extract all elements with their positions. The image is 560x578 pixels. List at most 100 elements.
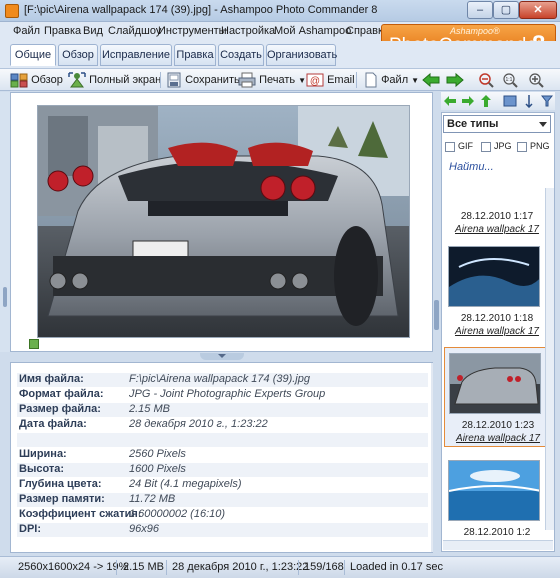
- window-title: [F:\pic\Airena wallpapack 174 (39).jpg] …: [24, 4, 378, 16]
- next-button[interactable]: [446, 71, 464, 89]
- status-separator: [298, 560, 299, 575]
- minimize-button[interactable]: ‒: [467, 1, 493, 19]
- right-grip-icon[interactable]: [434, 300, 439, 330]
- info-scrollbar[interactable]: [431, 363, 433, 552]
- back-arrow-icon[interactable]: [443, 94, 457, 108]
- print-label: Печать: [259, 74, 296, 86]
- info-value: JPG - Joint Photographic Experts Group: [129, 388, 326, 400]
- jpg-checkbox[interactable]: JPG: [481, 141, 512, 152]
- thumbnail-item[interactable]: 28.12.2010 1:17 Airena wallpack 17: [444, 175, 550, 235]
- thumbnail-date: 28.12.2010 1:2: [463, 527, 531, 538]
- status-loaded: Loaded in 0.17 sec: [350, 561, 443, 573]
- close-button[interactable]: ✕: [519, 1, 557, 19]
- arrow-left-icon: [422, 73, 440, 88]
- file-menu-button[interactable]: Файл ▼: [364, 71, 419, 89]
- info-value: 2560 Pixels: [129, 448, 186, 460]
- file-dropdown-icon[interactable]: ▼: [411, 76, 419, 85]
- menu-slideshow[interactable]: Слайдшоу: [108, 25, 161, 37]
- jpg-label: JPG: [494, 141, 512, 151]
- thumbnail-image: [448, 460, 540, 521]
- menu-settings[interactable]: Настройка: [221, 25, 275, 37]
- print-dropdown-icon[interactable]: ▼: [298, 76, 306, 85]
- thumbnail-name[interactable]: Airena wallpack 17: [445, 433, 551, 444]
- info-value: F:\pic\Airena wallpapack 174 (39).jpg: [129, 373, 310, 385]
- checkbox-box[interactable]: [481, 141, 491, 152]
- thumbnail-name[interactable]: Airena wallpack 17: [444, 326, 550, 337]
- toolbar-separator: [356, 72, 357, 88]
- save-icon: [167, 72, 181, 88]
- checkbox-box[interactable]: [445, 141, 455, 152]
- image-viewer[interactable]: [10, 92, 433, 352]
- info-panel-toggle[interactable]: [200, 353, 244, 360]
- tab-organize[interactable]: Организовать: [266, 44, 337, 66]
- info-value: 96x96: [129, 523, 159, 535]
- previous-button[interactable]: [422, 71, 440, 89]
- menu-tools[interactable]: Инструменты: [158, 25, 227, 37]
- zoom-actual-icon: 1:1: [503, 73, 518, 88]
- thumbnail-name[interactable]: Airena wallpack 17: [444, 224, 550, 235]
- file-type-select[interactable]: Все типы: [443, 115, 551, 133]
- fullscreen-icon: [68, 72, 86, 88]
- forward-arrow-icon[interactable]: [461, 94, 475, 108]
- tab-create[interactable]: Создать: [218, 44, 264, 66]
- overview-button[interactable]: Обзор: [10, 71, 63, 89]
- status-size: 2.15 MB: [123, 561, 164, 573]
- thumbnail-item[interactable]: 28.12.2010 1:18 Airena wallpack 17: [444, 241, 550, 341]
- menu-view[interactable]: Вид: [83, 25, 103, 37]
- thumbnail-horizontal-scrollbar[interactable]: [443, 540, 553, 550]
- info-row: Размер файла: 2.15 MB: [17, 403, 428, 417]
- thumbnail-scrollbar[interactable]: [545, 188, 554, 530]
- zoom-out-button[interactable]: [478, 71, 494, 89]
- menu-edit[interactable]: Правка: [44, 25, 81, 37]
- fullscreen-button[interactable]: Полный экран: [68, 71, 161, 89]
- zoom-actual-button[interactable]: 1:1: [502, 71, 518, 89]
- chevron-down-icon: [539, 122, 547, 127]
- email-button[interactable]: @ Email: [306, 71, 355, 89]
- info-label: DPI:: [19, 523, 41, 535]
- tab-correction[interactable]: Исправление: [100, 44, 172, 66]
- info-row: Высота: 1600 Pixels: [17, 463, 428, 477]
- zoom-in-button[interactable]: [528, 71, 544, 89]
- toolbar-separator: [160, 72, 161, 88]
- maximize-button[interactable]: ▢: [493, 1, 519, 19]
- thumbnail-item[interactable]: 28.12.2010 1:2: [444, 455, 550, 551]
- menu-file[interactable]: Файл: [13, 25, 40, 37]
- ribbon-tabs: Общие Обзор Исправление Правка Создать О…: [0, 41, 560, 68]
- tab-general[interactable]: Общие: [10, 44, 56, 66]
- up-arrow-icon[interactable]: [479, 94, 493, 108]
- menu-my-ashampoo[interactable]: Мой Ashampoo: [274, 25, 351, 37]
- status-position: 159/168: [304, 561, 344, 573]
- checkbox-box[interactable]: [517, 141, 527, 152]
- info-value: 1.60000002 (16:10): [129, 508, 226, 520]
- gif-checkbox[interactable]: GIF: [445, 141, 473, 152]
- svg-text:@: @: [310, 76, 320, 87]
- email-icon: @: [306, 73, 324, 87]
- info-label: Ширина:: [19, 448, 67, 460]
- sort-icon[interactable]: [525, 94, 539, 108]
- file-label: Файл: [381, 74, 409, 86]
- left-panel-handle[interactable]: [0, 92, 10, 352]
- toolbar: Обзор Полный экран Сохранить Печать ▼ @: [0, 68, 560, 91]
- find-link[interactable]: Найти...: [449, 161, 494, 173]
- info-row: Формат файла: JPG - Joint Photographic E…: [17, 388, 428, 402]
- status-dimensions: 2560x1600x24 -> 19%: [18, 561, 129, 573]
- info-value: 11.72 MB: [129, 493, 176, 505]
- image-status-icon: [29, 339, 39, 349]
- tab-overview[interactable]: Обзор: [58, 44, 98, 66]
- file-type-value: Все типы: [447, 118, 499, 130]
- car-photo: [38, 106, 409, 337]
- save-button[interactable]: Сохранить: [166, 71, 240, 89]
- png-label: PNG: [530, 141, 550, 151]
- status-bar: 2560x1600x24 -> 19% 2.15 MB 28 декабря 2…: [0, 556, 560, 578]
- png-checkbox[interactable]: PNG: [517, 141, 550, 152]
- thumbnail-date: 28.12.2010 1:18: [460, 313, 534, 324]
- info-row: DPI: 96x96: [17, 523, 428, 537]
- info-row: Имя файла: F:\pic\Airena wallpapack 174 …: [17, 373, 428, 387]
- thumbnail-item-selected[interactable]: 28.12.2010 1:23 Airena wallpack 17: [444, 347, 550, 447]
- filter-icon[interactable]: [541, 94, 553, 108]
- print-button[interactable]: Печать ▼: [238, 71, 306, 89]
- view-mode-icon[interactable]: [503, 94, 517, 108]
- tab-edit[interactable]: Правка: [174, 44, 216, 66]
- left-grip-icon[interactable]: [3, 287, 7, 307]
- info-row: Ширина: 2560 Pixels: [17, 448, 428, 462]
